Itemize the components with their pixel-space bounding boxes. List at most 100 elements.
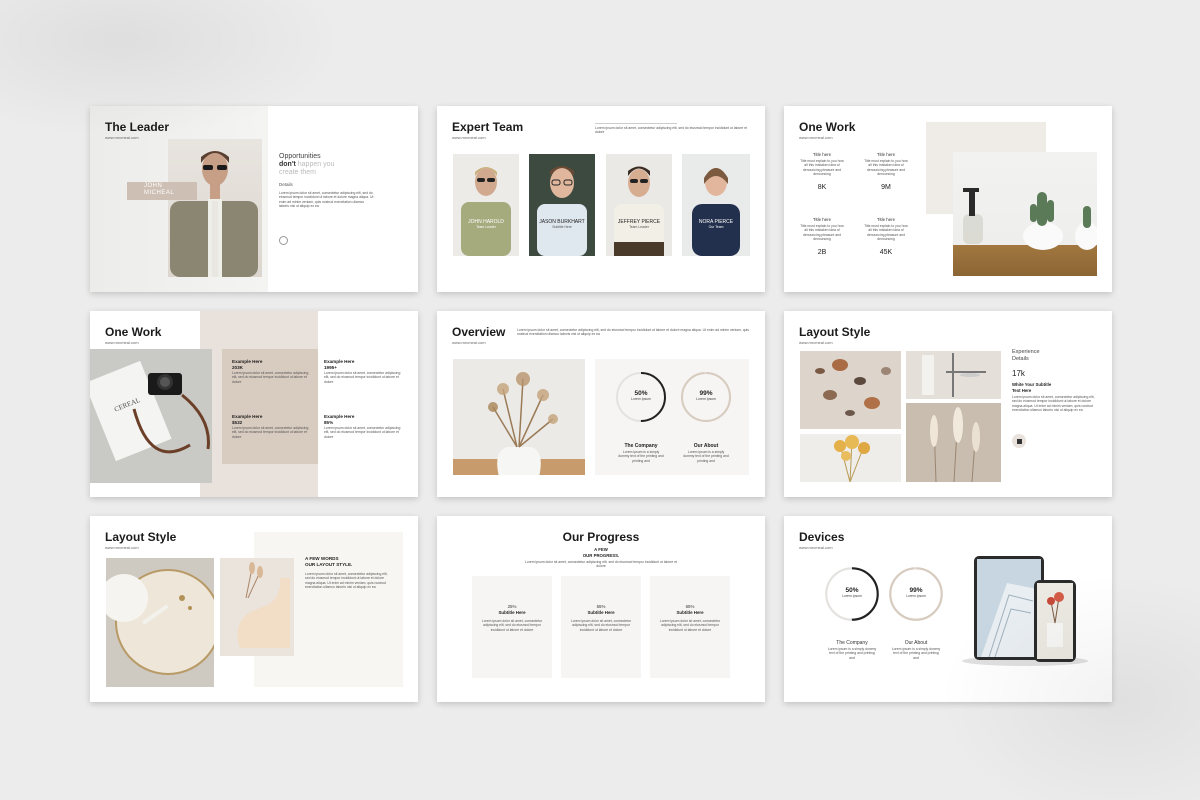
- card-3-label: Subtitle Here: [676, 610, 704, 615]
- intro-text: Lorem ipsum dolor sit amet, consectetur …: [517, 328, 749, 337]
- member-2-role: Subtitle Here: [552, 225, 572, 229]
- slide-title: Overview: [452, 325, 506, 339]
- slide-overview[interactable]: Overview www.mrcmeal.com Lorem ipsum dol…: [437, 311, 765, 497]
- team-photo-2: [529, 154, 595, 256]
- example-2-label: Example Here: [324, 359, 355, 364]
- slide-layout-style-words[interactable]: Layout Style www.mrcmeal.com A FEW WORDS…: [90, 516, 418, 702]
- card-1-text: Lorem ipsum dolor sit amet, consectetur …: [481, 619, 543, 632]
- body-text: Lorem ipsum dolor sit amet, consectetur …: [305, 572, 388, 590]
- example-4-value: 85%: [324, 420, 334, 425]
- shells-photo: [800, 351, 901, 429]
- card-2-label: Subtitle Here: [587, 610, 615, 615]
- example-1-value: 203K: [232, 365, 243, 370]
- experience-line-2: Details: [1012, 356, 1029, 362]
- team-photo-3: [606, 154, 672, 256]
- member-3-role: Team Leader: [629, 225, 649, 229]
- slide-one-work-stats[interactable]: One Work www.mrcmeal.com Title here Titl…: [784, 106, 1112, 292]
- experience-value: 17k: [1012, 369, 1025, 378]
- name-line-2: MICHEAL: [144, 190, 175, 196]
- example-4-text: Lorem ipsum dolor sit amet, consectetur …: [324, 426, 401, 439]
- ring-company-value: 50%: [845, 587, 859, 594]
- camera-photo: CEREAL: [90, 349, 212, 483]
- details-text: Lorem ipsum dolor sit amet, consectetur …: [279, 191, 374, 209]
- experience-line-1: Experience: [1012, 349, 1040, 355]
- card-3-value: 65%: [685, 604, 695, 609]
- example-2-text: Lorem ipsum dolor sit amet, consectetur …: [324, 371, 401, 384]
- example-1-label: Example Here: [232, 359, 263, 364]
- example-1-text: Lorem ipsum dolor sit amet, consectetur …: [232, 371, 309, 384]
- heading-line-1: A FEW: [594, 547, 608, 552]
- example-3-value: $532: [232, 420, 243, 425]
- subtitle-line-2: Text Here: [1012, 388, 1032, 393]
- stat-3-text: Title must explain to you how all this m…: [800, 224, 844, 242]
- slide-title: The Leader: [105, 120, 170, 134]
- headline-3: create them: [279, 169, 316, 176]
- ring-about-caption: Lorem Ipsum: [906, 594, 926, 598]
- site-url: www.mrcmeal.com: [799, 545, 833, 550]
- team-photo-1: [453, 154, 519, 256]
- square-link-icon[interactable]: [1012, 434, 1026, 448]
- phone-device: [1034, 580, 1076, 662]
- ring-about-value: 99%: [699, 390, 713, 397]
- slide-our-progress[interactable]: Our Progress A FEW OUR PROGRESS. Lorem i…: [437, 516, 765, 702]
- stat-4-label: Title here: [876, 217, 896, 222]
- about-text: Lorem ipsum is a simply dummy text of th…: [891, 647, 941, 660]
- stat-1-label: Title here: [812, 152, 832, 157]
- stat-1-text: Title must explain to you how all this m…: [800, 159, 844, 177]
- sculpture-photo: [220, 558, 294, 656]
- site-url: www.mrcmeal.com: [105, 340, 139, 345]
- card-3-text: Lorem ipsum dolor sit amet, consectetur …: [659, 619, 721, 632]
- example-4-label: Example Here: [324, 414, 355, 419]
- example-3-text: Lorem ipsum dolor sit amet, consectetur …: [232, 426, 309, 439]
- stat-2-label: Title here: [876, 152, 896, 157]
- dried-flowers-photo: [800, 434, 901, 483]
- subtitle-text: Lorem ipsum dolor sit amet, consectetur …: [1012, 395, 1095, 413]
- company-title: The Company: [836, 640, 868, 646]
- company-text: Lorem ipsum is a simply dummy text of th…: [827, 647, 877, 660]
- card-2-text: Lorem ipsum dolor sit amet, consectetur …: [570, 619, 632, 632]
- site-url: www.mrcmeal.com: [452, 135, 486, 140]
- ring-company-caption: Lorem Ipsum: [842, 594, 862, 598]
- headline-2: don't happen you: [279, 161, 334, 168]
- headline-2-rest: happen you: [295, 161, 335, 168]
- intro-text: Lorem ipsum dolor sit amet, consectetur …: [595, 126, 748, 135]
- ring-about-caption: Lorem Ipsum: [696, 397, 716, 401]
- example-2-value: 1995+: [324, 365, 337, 370]
- slide-layout-style-collage[interactable]: Layout Style www.mrcmeal.com Experience …: [784, 311, 1112, 497]
- ring-about-value: 99%: [909, 587, 923, 594]
- card-2-value: 55%: [596, 604, 606, 609]
- ring-company-label: 50% Lorem Ipsum: [822, 587, 882, 598]
- heading-line-2: OUR PROGRESS.: [582, 553, 620, 558]
- slide-expert-team[interactable]: Expert Team www.mrcmeal.com Lorem ipsum …: [437, 106, 765, 292]
- slide-title: Our Progress: [562, 530, 640, 544]
- member-4-role: Our Team: [708, 225, 724, 229]
- pampas-photo: [906, 403, 1001, 483]
- company-text: Lorem ipsum is a simply dummy text of th…: [618, 450, 664, 463]
- example-3-label: Example Here: [232, 414, 263, 419]
- slide-title: Expert Team: [452, 120, 524, 134]
- site-url: www.mrcmeal.com: [799, 340, 833, 345]
- details-label: Details: [279, 182, 293, 187]
- card-1-label: Subtitle Here: [498, 610, 526, 615]
- slide-title: Devices: [799, 530, 845, 544]
- about-title: Our About: [904, 640, 928, 646]
- headline-2-bold: don't: [279, 161, 296, 168]
- slide-the-leader[interactable]: The Leader www.mrcmeal.com JOHN MICHEAL …: [90, 106, 418, 292]
- intro-text: Lorem ipsum dolor sit amet, consectetur …: [524, 560, 678, 569]
- stat-2-value: 9M: [881, 184, 891, 191]
- about-text: Lorem ipsum is a simply dummy text of th…: [683, 450, 729, 463]
- slide-title: Layout Style: [105, 530, 177, 544]
- slide-title: Layout Style: [799, 325, 871, 339]
- slide-devices[interactable]: Devices www.mrcmeal.com 50% Lorem Ipsum 9…: [784, 516, 1112, 702]
- company-title: The Company: [624, 443, 658, 449]
- ring-company-value: 50%: [634, 390, 648, 397]
- slide-one-work-examples[interactable]: One Work www.mrcmeal.com CEREAL Example …: [90, 311, 418, 497]
- heading-line-1: A FEW WORDS: [305, 556, 339, 561]
- site-url: www.mrcmeal.com: [105, 545, 139, 550]
- heading-line-2: OUR LAYOUT STYLE.: [305, 562, 353, 567]
- site-url: www.mrcmeal.com: [105, 135, 139, 140]
- leader-photo: [168, 139, 262, 277]
- stat-4-value: 45K: [879, 249, 893, 256]
- slide-title: One Work: [105, 325, 162, 339]
- member-1-role: Team Leader: [476, 225, 496, 229]
